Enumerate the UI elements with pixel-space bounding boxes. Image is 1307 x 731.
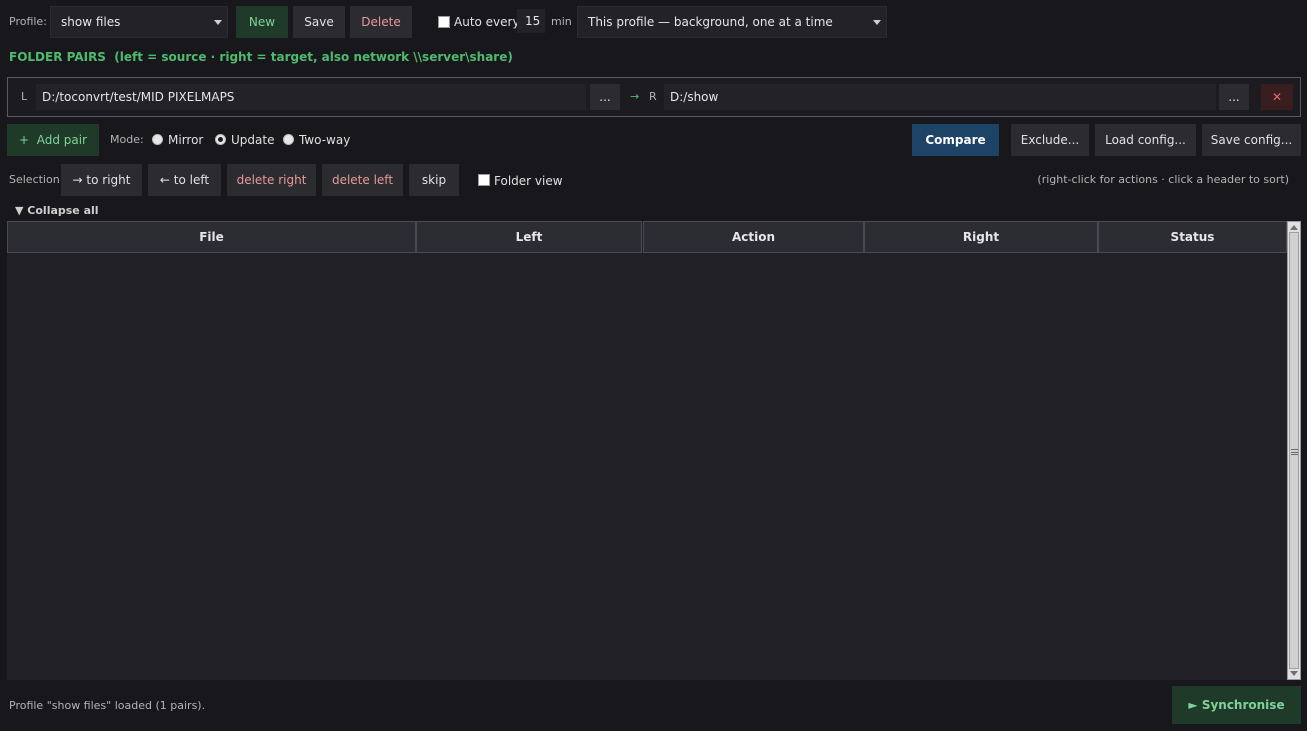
selection-label: Selection: (9, 173, 64, 186)
scroll-thumb[interactable] (1289, 232, 1299, 669)
mode-mirror-radio[interactable] (152, 134, 163, 145)
right-path-input[interactable]: D:/show (664, 84, 1216, 110)
auto-every-minutes-value: 15 (525, 14, 541, 28)
compare-button[interactable]: Compare (912, 124, 999, 156)
save-config-button[interactable]: Save config... (1202, 124, 1301, 156)
profile-select[interactable]: show files (50, 6, 228, 38)
right-tag: R (649, 90, 657, 103)
vertical-scrollbar[interactable] (1287, 221, 1301, 680)
pair-arrow-icon: → (630, 90, 640, 103)
exclude-button[interactable]: Exclude... (1011, 124, 1089, 156)
auto-every-checkbox[interactable] (438, 16, 450, 28)
mode-update-radio[interactable] (215, 134, 226, 145)
profile-select-value: show files (61, 15, 121, 29)
scroll-down-arrow-icon[interactable] (1290, 671, 1298, 676)
column-header-status[interactable]: Status (1098, 221, 1287, 253)
browse-left-button[interactable]: ... (590, 84, 620, 110)
left-tag: L (21, 90, 28, 103)
profile-label: Profile: (9, 15, 47, 28)
browse-right-button[interactable]: ... (1219, 84, 1249, 110)
column-header-right[interactable]: Right (864, 221, 1098, 253)
to-right-button[interactable]: → to right (61, 164, 142, 196)
delete-profile-button[interactable]: Delete (350, 6, 412, 38)
mode-label: Mode: (110, 133, 144, 146)
to-left-button[interactable]: ← to left (148, 164, 221, 196)
selection-hint: (right-click for actions · click a heade… (1037, 173, 1289, 186)
delete-right-button[interactable]: delete right (227, 164, 316, 196)
column-header-left[interactable]: Left (416, 221, 642, 253)
folder-view-label: Folder view (494, 174, 563, 188)
add-pair-button[interactable]: + Add pair (7, 124, 99, 156)
mode-mirror-label: Mirror (168, 133, 204, 147)
scroll-grip-icon (1291, 449, 1298, 455)
mode-update-label: Update (231, 133, 275, 147)
scroll-up-arrow-icon[interactable] (1290, 225, 1298, 230)
column-header-action[interactable]: Action (643, 221, 864, 253)
folder-pairs-heading: FOLDER PAIRS (left = source · right = ta… (9, 50, 513, 64)
min-label: min (551, 15, 572, 28)
save-profile-button[interactable]: Save (293, 6, 345, 38)
folder-pair-row: L D:/toconvrt/test/MID PIXELMAPS ... → R… (7, 77, 1301, 117)
schedule-select-value: This profile — background, one at a time (588, 15, 833, 29)
new-profile-button[interactable]: New (236, 6, 288, 38)
load-config-button[interactable]: Load config... (1095, 124, 1196, 156)
synchronise-button[interactable]: ► Synchronise (1172, 686, 1301, 724)
skip-button[interactable]: skip (409, 164, 459, 196)
file-tree-table: File Left Action Right Status (7, 221, 1287, 680)
schedule-select[interactable]: This profile — background, one at a time (577, 6, 887, 38)
left-path-input[interactable]: D:/toconvrt/test/MID PIXELMAPS (36, 84, 586, 110)
auto-every-minutes-input[interactable]: 15 (517, 9, 545, 33)
delete-left-button[interactable]: delete left (322, 164, 403, 196)
collapse-all-toggle[interactable]: ▼ Collapse all (15, 204, 99, 217)
right-path-value: D:/show (670, 90, 719, 104)
folder-view-checkbox[interactable] (478, 174, 490, 186)
column-header-file[interactable]: File (7, 221, 416, 253)
left-path-value: D:/toconvrt/test/MID PIXELMAPS (42, 90, 235, 104)
mode-two-way-radio[interactable] (283, 134, 294, 145)
mode-two-way-label: Two-way (299, 133, 351, 147)
status-message: Profile "show files" loaded (1 pairs). (9, 699, 206, 712)
chevron-down-icon (873, 20, 881, 25)
auto-every-label: Auto every (454, 15, 520, 29)
chevron-down-icon (214, 20, 222, 25)
remove-pair-button[interactable]: ✕ (1261, 84, 1293, 110)
